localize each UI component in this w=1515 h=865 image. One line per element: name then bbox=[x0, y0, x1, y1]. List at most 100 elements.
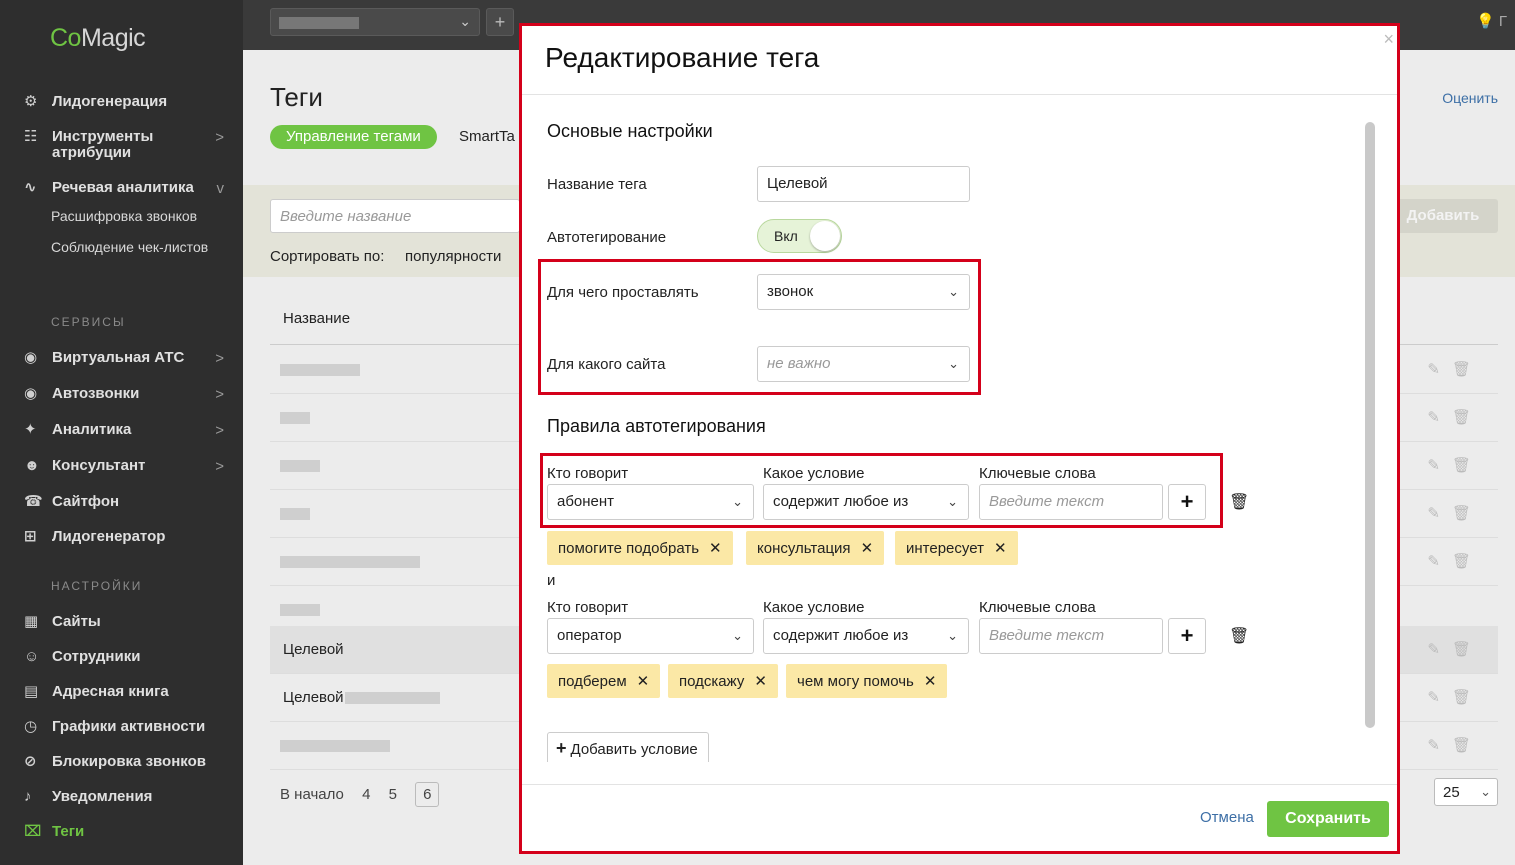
modal-header-divider bbox=[522, 94, 1397, 95]
leadgen-icon: ⚙ bbox=[24, 93, 38, 110]
row-actions: ✎🗑 bbox=[1427, 360, 1483, 378]
pager-page-5[interactable]: 5 bbox=[389, 786, 397, 803]
blurred-tag-name bbox=[280, 364, 360, 376]
pencil-icon[interactable]: ✎ bbox=[1427, 553, 1452, 570]
trash-icon[interactable]: 🗑 bbox=[1229, 492, 1249, 512]
for-site-select[interactable]: не важно ⌄ bbox=[757, 346, 970, 382]
trash-icon[interactable]: 🗑 bbox=[1452, 409, 1483, 426]
save-button[interactable]: Сохранить bbox=[1267, 801, 1389, 837]
tab-smarttags[interactable]: SmartTa bbox=[459, 128, 515, 145]
close-icon[interactable]: ✕ bbox=[861, 540, 874, 557]
add-keyword-button[interactable]: + bbox=[1168, 484, 1206, 520]
chevron-right-icon: > bbox=[215, 458, 224, 475]
close-icon[interactable]: ✕ bbox=[994, 540, 1007, 557]
sidebar-item-tags[interactable]: ⌧ Теги bbox=[24, 824, 224, 840]
pencil-icon[interactable]: ✎ bbox=[1427, 457, 1452, 474]
tag-name-label: Название тега bbox=[547, 176, 647, 193]
tab-manage-tags[interactable]: Управление тегами bbox=[270, 125, 437, 149]
sidebar-item-employees[interactable]: ☺ Сотрудники bbox=[24, 649, 224, 665]
sidebar-item-call-blocking[interactable]: ⊘ Блокировка звонков bbox=[24, 754, 224, 770]
trash-icon[interactable]: 🗑 bbox=[1452, 361, 1483, 378]
pager-page-4[interactable]: 4 bbox=[362, 786, 370, 803]
trash-icon[interactable]: 🗑 bbox=[1452, 553, 1483, 570]
close-icon[interactable]: × bbox=[1383, 29, 1394, 50]
for-what-select[interactable]: звонок ⌄ bbox=[757, 274, 970, 310]
consultant-icon: ☻ bbox=[24, 457, 40, 474]
for-site-label: Для какого сайта bbox=[547, 356, 666, 373]
add-condition-button[interactable]: + Добавить условие bbox=[547, 732, 709, 762]
column-header-name[interactable]: Название bbox=[283, 310, 350, 327]
modal-scrollbar[interactable] bbox=[1365, 122, 1375, 728]
chevron-down-icon: ⌄ bbox=[947, 494, 958, 509]
sidebar-subitem-transcripts[interactable]: Расшифровка звонков bbox=[51, 207, 211, 225]
sort-popularity-link[interactable]: популярности bbox=[405, 248, 501, 265]
site-selector[interactable]: ⌄ bbox=[270, 8, 480, 36]
trash-icon[interactable]: 🗑 bbox=[1452, 737, 1483, 754]
user-menu[interactable]: 💡 Г bbox=[1476, 12, 1507, 30]
chevron-down-icon: ⌄ bbox=[732, 494, 743, 509]
plus-icon: + bbox=[1180, 489, 1194, 514]
sidebar-item-activity-schedules[interactable]: ◷ Графики активности bbox=[24, 719, 224, 735]
chevron-right-icon: > bbox=[215, 350, 224, 367]
block-icon: ⊘ bbox=[24, 753, 37, 770]
trash-icon[interactable]: 🗑 bbox=[1452, 641, 1483, 658]
trash-icon[interactable]: 🗑 bbox=[1452, 505, 1483, 522]
comagic-logo[interactable]: CoMagic bbox=[50, 24, 146, 53]
sidebar-item-attribution[interactable]: ☷ Инструменты атрибуции > bbox=[24, 129, 224, 161]
who-speaks-label: Кто говорит bbox=[547, 599, 629, 616]
condition-select[interactable]: содержит любое из ⌄ bbox=[763, 484, 969, 520]
autotag-label: Автотегирование bbox=[547, 229, 667, 246]
trash-icon[interactable]: 🗑 bbox=[1452, 689, 1483, 706]
sidebar-item-sites[interactable]: ▦ Сайты bbox=[24, 614, 224, 630]
sidebar-item-notifications[interactable]: ♪ Уведомления bbox=[24, 789, 224, 805]
close-icon[interactable]: ✕ bbox=[637, 673, 650, 690]
add-site-button[interactable]: + bbox=[486, 8, 514, 36]
add-tag-button[interactable]: Добавить bbox=[1388, 199, 1498, 233]
autotag-toggle[interactable]: Вкл bbox=[757, 219, 842, 253]
trash-icon[interactable]: 🗑 bbox=[1229, 626, 1249, 646]
sidebar-item-leadgen[interactable]: ⚙ Лидогенерация bbox=[24, 94, 224, 110]
chevron-down-icon: ⌄ bbox=[1480, 784, 1491, 799]
sidebar-item-address-book[interactable]: ▤ Адресная книга bbox=[24, 684, 224, 700]
row-actions: ✎🗑 bbox=[1427, 408, 1483, 426]
sidebar-item-leadgenerator[interactable]: ⊞ Лидогенератор bbox=[24, 529, 224, 545]
keywords-input[interactable]: Введите текст bbox=[979, 484, 1163, 520]
pencil-icon[interactable]: ✎ bbox=[1427, 409, 1452, 426]
add-keyword-button[interactable]: + bbox=[1168, 618, 1206, 654]
condition-select[interactable]: содержит любое из ⌄ bbox=[763, 618, 969, 654]
and-separator: и bbox=[547, 572, 556, 589]
close-icon[interactable]: ✕ bbox=[709, 540, 722, 557]
sidebar-item-autocalls[interactable]: ◉ Автозвонки > bbox=[24, 386, 224, 404]
rate-link[interactable]: Оценить bbox=[1442, 90, 1498, 106]
search-input[interactable]: Введите название bbox=[270, 199, 520, 233]
cancel-button[interactable]: Отмена bbox=[1200, 809, 1254, 826]
keyword-chip: интересует ✕ bbox=[895, 531, 1018, 565]
lightbulb-icon: 💡 bbox=[1476, 13, 1495, 30]
pencil-icon[interactable]: ✎ bbox=[1427, 505, 1452, 522]
close-icon[interactable]: ✕ bbox=[924, 673, 937, 690]
clock-icon: ◷ bbox=[24, 718, 38, 735]
phone-icon: ☎ bbox=[24, 493, 43, 510]
sidebar-subitem-checklists[interactable]: Соблюдение чек-листов bbox=[51, 238, 211, 256]
sidebar-item-analytics[interactable]: ✦ Аналитика > bbox=[24, 422, 224, 440]
keywords-input[interactable]: Введите текст bbox=[979, 618, 1163, 654]
pencil-icon[interactable]: ✎ bbox=[1427, 737, 1452, 754]
blurred-tag-name bbox=[280, 412, 310, 424]
tag-name-input[interactable]: Целевой bbox=[757, 166, 970, 202]
pencil-icon[interactable]: ✎ bbox=[1427, 361, 1452, 378]
who-speaks-select[interactable]: абонент ⌄ bbox=[547, 484, 754, 520]
pager-page-6[interactable]: 6 bbox=[415, 782, 440, 807]
close-icon[interactable]: ✕ bbox=[754, 673, 767, 690]
sidebar-item-speech-analytics[interactable]: ∿ Речевая аналитика v bbox=[24, 180, 224, 198]
per-page-select[interactable]: 25 ⌄ bbox=[1434, 778, 1498, 806]
chevron-right-icon: > bbox=[215, 386, 224, 403]
sidebar-item-consultant[interactable]: ☻ Консультант > bbox=[24, 457, 224, 476]
who-speaks-select[interactable]: оператор ⌄ bbox=[547, 618, 754, 654]
trash-icon[interactable]: 🗑 bbox=[1452, 457, 1483, 474]
pencil-icon[interactable]: ✎ bbox=[1427, 689, 1452, 706]
pager-first[interactable]: В начало bbox=[280, 786, 344, 803]
pencil-icon[interactable]: ✎ bbox=[1427, 641, 1452, 658]
chevron-right-icon: > bbox=[215, 129, 224, 146]
sidebar-item-sitephone[interactable]: ☎ Сайтфон bbox=[24, 494, 224, 510]
sidebar-item-virtual-pbx[interactable]: ◉ Виртуальная АТС > bbox=[24, 350, 224, 368]
